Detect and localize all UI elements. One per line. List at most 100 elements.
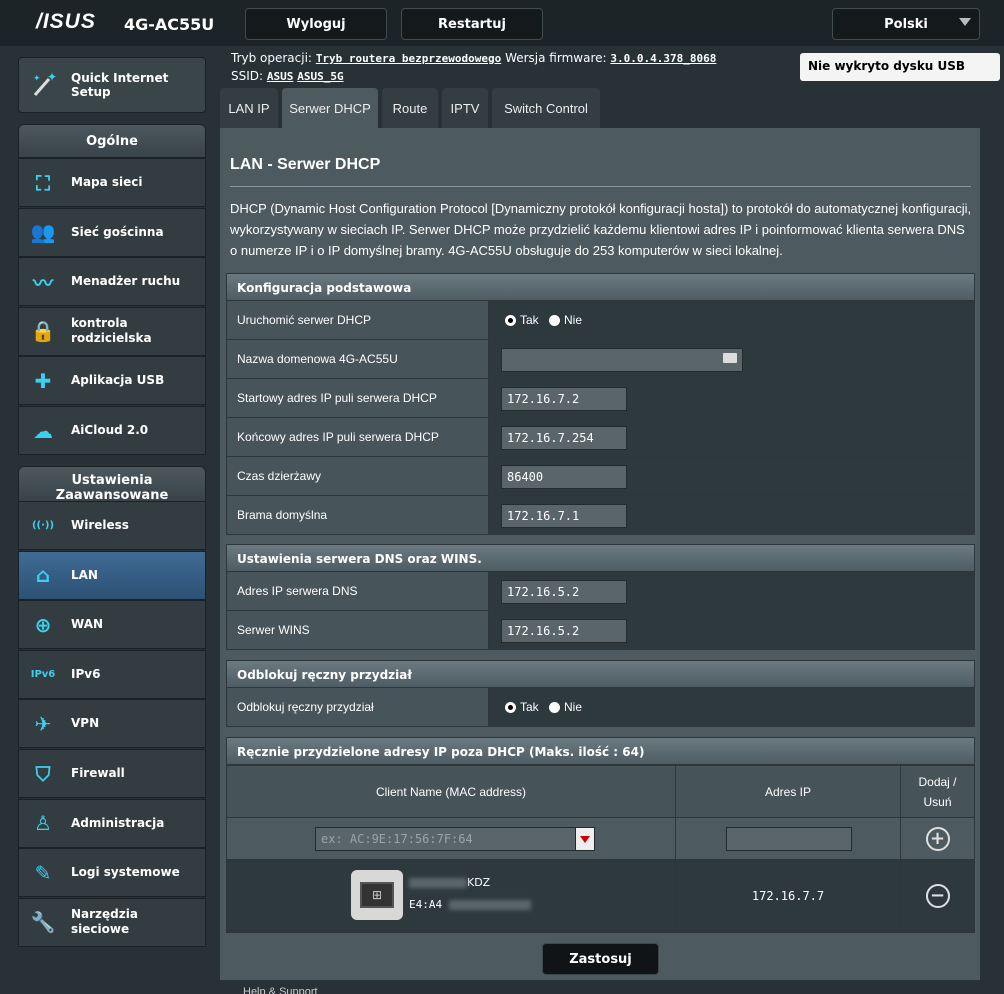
home-icon: ⌂ [35,563,51,588]
enable-dhcp-label: Uruchomić serwer DHCP [227,301,489,339]
wins-input[interactable]: 172.16.5.2 [501,619,627,643]
manual-no-radio[interactable]: Nie [549,700,582,714]
sidebar-item-label: AiCloud 2.0 [71,423,149,437]
sidebar-item-label: kontrola rodzicielska [71,316,152,346]
entry-client-cell: ⊞ KDZ E4:A4 [227,860,676,932]
start-ip-input[interactable]: 172.16.7.2 [501,387,627,411]
add-plus-icon[interactable]: + [925,826,950,851]
chevron-down-icon [959,18,971,26]
sidebar-item-vpn[interactable]: ✈ VPN [18,699,206,749]
sidebar-item-lan[interactable]: ⌂ LAN [18,550,206,600]
apply-button[interactable]: Zastosuj [542,943,659,975]
lease-time-input[interactable]: 86400 [501,465,627,489]
dns-input[interactable]: 172.16.5.2 [501,580,627,604]
row-lease-time: Czas dzierżawy 86400 [226,457,975,496]
tab-switch-control[interactable]: Switch Control [492,88,600,128]
enable-dhcp-no-radio[interactable]: Nie [549,313,582,327]
quick-setup-button[interactable]: ✦ ✦ Quick Internet Setup [18,57,206,113]
domain-name-input[interactable] [501,348,743,372]
puzzle-icon: ✚ [34,368,52,393]
ssid-link-24[interactable]: ASUS [267,70,294,83]
row-manual: Odblokuj ręczny przydział Tak Nie [226,688,975,727]
start-ip-label: Startowy adres IP puli serwera DHCP [227,379,489,417]
wins-label: Serwer WINS [227,611,489,649]
sidebar-item-label: Firewall [71,766,125,780]
entry-client-name: KDZ [409,876,490,889]
tab-dhcp-server[interactable]: Serwer DHCP [282,88,378,128]
top-bar: /ISUS 4G-AC55U Wyloguj Restartuj Polski [0,0,1004,46]
sidebar-item-firewall[interactable]: ⛉ Firewall [18,749,206,798]
wifi-icon: ((·)) [31,520,55,531]
mac-input[interactable]: ex: AC:9E:17:56:7F:64 [315,827,595,851]
col-ip-header: Adres IP [676,766,901,818]
sidebar-item-ipv6[interactable]: IPv6 IPv6 [18,649,206,699]
sidebar-item-aicloud-2-0[interactable]: ☁ AiCloud 2.0 [18,406,206,455]
cloud-icon: ☁ [33,418,53,443]
sidebar-item-narzędzia-sieciowe[interactable]: 🔧 Narzędzia sieciowe [18,897,206,947]
sidebar-item-label: Menadżer ruchu [71,274,181,289]
entry-ip: 172.16.7.7 [676,860,901,932]
enable-dhcp-yes-radio[interactable]: Tak [505,313,539,327]
op-mode-label: Tryb operacji: [231,51,312,65]
entry-action-cell: − [901,860,974,932]
radio-empty-icon [549,314,560,326]
sidebar-item-administracja[interactable]: ♙ Administracja [18,798,206,848]
sidebar-item-label: Aplikacja USB [71,373,165,388]
no-label: Nie [564,313,583,327]
sidebar-item-menadżer-ruchu[interactable]: 〰 Menadżer ruchu [18,257,206,307]
lock-icon: 🔒 [30,319,56,344]
shield-icon: ⛉ [35,761,51,786]
guest-network-icon: 👥 [30,220,56,245]
logout-button[interactable]: Wyloguj [245,8,387,40]
radio-selected-icon [505,314,516,326]
asus-logo: /ISUS [36,10,96,33]
sidebar-item-mapa-sieci[interactable]: ⛶ Mapa sieci [18,158,206,207]
row-wins: Serwer WINS 172.16.5.2 [226,611,975,650]
sidebar-item-kontrola-rodzicielska[interactable]: 🔒 kontrola rodzicielska [18,306,206,356]
sidebar-item-logi-systemowe[interactable]: ✎ Logi systemowe [18,848,206,898]
sidebar-item-label: Wireless [71,518,129,532]
gateway-input[interactable]: 172.16.7.1 [501,504,627,528]
manual-label: Odblokuj ręczny przydział [227,688,489,726]
sidebar-item-sieć-gościnna[interactable]: 👥 Sieć gościnna [18,207,206,257]
col-action-header: Dodaj / Usuń [901,766,974,818]
log-icon: ✎ [34,860,52,885]
advanced-header: Ustawienia Zaawansowane [18,466,206,502]
quick-setup-label: Quick Internet Setup [71,71,169,99]
add-mac-cell: ex: AC:9E:17:56:7F:64 [227,818,676,860]
sidebar-item-wan[interactable]: ⊕ WAN [18,600,206,650]
manual-yes-radio[interactable]: Tak [505,700,539,714]
op-mode-link[interactable]: Tryb routera bezprzewodowego [316,52,501,65]
ssid-link-5g[interactable]: ASUS_5G [297,70,343,83]
language-select[interactable]: Polski [832,8,980,40]
blurred-name [409,878,467,888]
ssid-line: SSID: ASUS ASUS_5G [231,69,344,83]
tab-route[interactable]: Route [382,88,438,128]
mac-dropdown-button[interactable] [575,827,595,851]
no-label: Nie [564,700,583,714]
sidebar-item-label: Logi systemowe [71,865,180,880]
title-divider [230,186,971,187]
section-basic-header: Konfiguracja podstawowa [226,273,975,301]
sidebar-item-label: Sieć gościnna [71,224,164,239]
yes-label: Tak [520,313,539,327]
usb-status-badge: Nie wykryto dysku USB [800,53,1000,81]
sidebar-item-wireless[interactable]: ((·)) Wireless [18,501,206,550]
remove-minus-icon[interactable]: − [925,884,950,908]
tab-lan-ip[interactable]: LAN IP [220,88,278,128]
end-ip-input[interactable]: 172.16.7.254 [501,426,627,450]
footer-help-link[interactable]: Help & Support [243,986,318,994]
tools-icon: 🔧 [30,910,56,935]
svg-text:✦: ✦ [33,74,41,84]
domain-name-label: Nazwa domenowa 4G-AC55U [227,340,489,378]
computer-icon[interactable]: ⊞ [351,870,403,920]
sidebar-item-aplikacja-usb[interactable]: ✚ Aplikacja USB [18,356,206,406]
row-domain-name: Nazwa domenowa 4G-AC55U [226,340,975,379]
firmware-link[interactable]: 3.0.0.4.378_8068 [610,52,716,65]
end-ip-label: Końcowy adres IP puli serwera DHCP [227,418,489,456]
svg-text:✦: ✦ [47,71,57,84]
add-ip-input[interactable] [726,827,852,851]
tab-iptv[interactable]: IPTV [442,88,488,128]
add-action-cell: + [901,818,974,860]
restart-button[interactable]: Restartuj [401,8,543,40]
